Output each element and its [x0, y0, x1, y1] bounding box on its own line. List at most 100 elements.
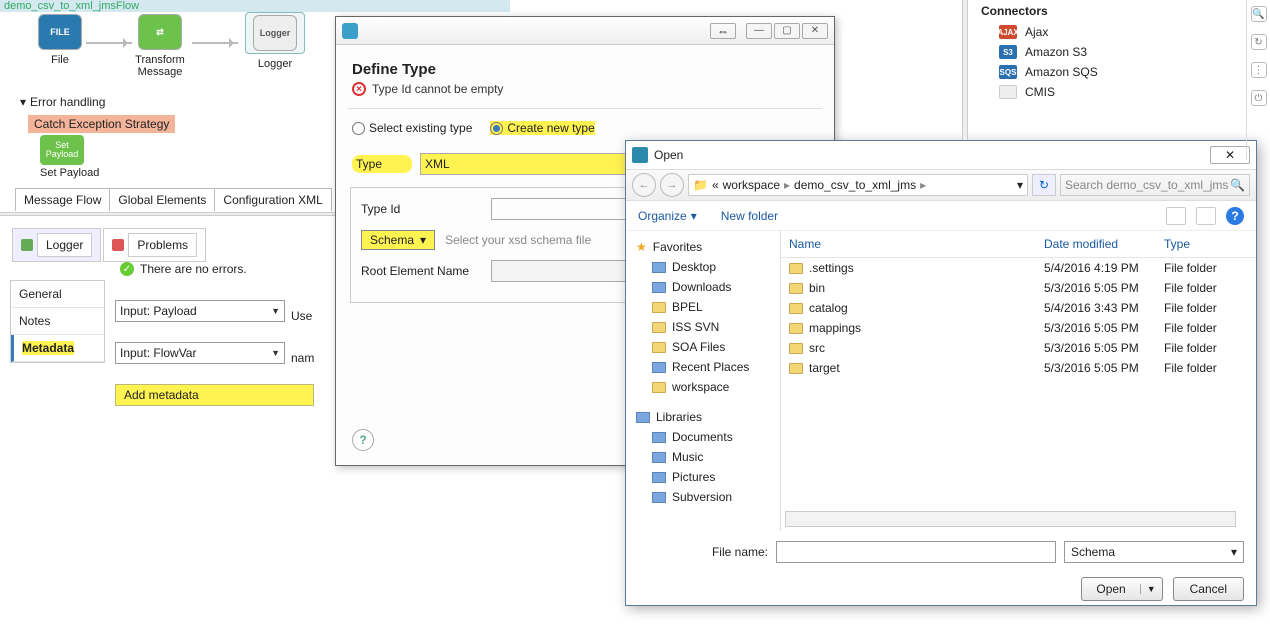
forward-button[interactable]: →: [660, 173, 684, 197]
folder-icon: [789, 363, 803, 374]
file-list: Name Date modified Type .settings5/4/201…: [781, 231, 1256, 531]
list-item[interactable]: src5/3/2016 5:05 PMFile folder: [781, 338, 1256, 358]
cancel-button[interactable]: Cancel: [1173, 577, 1244, 601]
preview-pane-button[interactable]: [1196, 207, 1216, 225]
tree-item[interactable]: Documents: [630, 427, 776, 447]
connector-item[interactable]: SQSAmazon SQS: [975, 62, 1245, 82]
error-message: × Type Id cannot be empty: [336, 82, 834, 108]
tab-message-flow[interactable]: Message Flow: [15, 188, 110, 211]
search-input[interactable]: Search demo_csv_to_xml_jms🔍: [1060, 174, 1250, 196]
list-item[interactable]: target5/3/2016 5:05 PMFile folder: [781, 358, 1256, 378]
refresh-button[interactable]: ↻: [1032, 174, 1056, 196]
tree-item[interactable]: workspace: [630, 377, 776, 397]
list-item[interactable]: bin5/3/2016 5:05 PMFile folder: [781, 278, 1256, 298]
node-file[interactable]: FILE File: [30, 14, 90, 66]
input-flowvar-select[interactable]: Input: FlowVar▼: [115, 342, 285, 364]
folder-icon: [652, 382, 666, 393]
connector-item[interactable]: AJAXAjax: [975, 22, 1245, 42]
tab-configuration-xml[interactable]: Configuration XML: [214, 188, 331, 211]
radio-select-existing[interactable]: Select existing type: [352, 121, 472, 135]
swap-icon[interactable]: ⇔: [710, 23, 736, 39]
tab-problems[interactable]: Problems: [103, 228, 206, 262]
connectors-heading: Connectors: [975, 0, 1245, 22]
close-button[interactable]: ✕: [802, 23, 828, 39]
toolbar-icon[interactable]: ⋮: [1251, 62, 1267, 78]
maximize-button[interactable]: ▢: [774, 23, 800, 39]
connector-item[interactable]: S3Amazon S3: [975, 42, 1245, 62]
radio-icon: [352, 122, 365, 135]
tab-logger[interactable]: Logger: [12, 228, 101, 262]
new-folder-button[interactable]: New folder: [721, 209, 778, 223]
nav-general[interactable]: General: [11, 281, 104, 308]
node-set-payload[interactable]: Set Payload Set Payload: [40, 135, 99, 179]
folder-icon: [652, 432, 666, 443]
error-handling-header[interactable]: ▾Error handling: [20, 95, 105, 109]
toolbar-icon[interactable]: ↻: [1251, 34, 1267, 50]
list-item[interactable]: catalog5/4/2016 3:43 PMFile folder: [781, 298, 1256, 318]
node-transform[interactable]: ⇄ Transform Message: [130, 14, 190, 78]
filetype-select[interactable]: Schema▾: [1064, 541, 1244, 563]
folder-icon: [652, 362, 666, 373]
metadata-panel: Input: Payload▼ Use Input: FlowVar▼ nam …: [115, 300, 314, 406]
col-type[interactable]: Type: [1156, 231, 1256, 258]
tree-item[interactable]: Subversion: [630, 487, 776, 507]
radio-create-new[interactable]: Create new type: [490, 121, 594, 135]
connector-item[interactable]: CMIS: [975, 82, 1245, 102]
open-button[interactable]: Open▼: [1081, 577, 1162, 601]
no-errors-message: ✓ There are no errors.: [120, 262, 247, 276]
chevron-down-icon[interactable]: ▼: [1140, 584, 1162, 594]
minimize-button[interactable]: —: [746, 23, 772, 39]
back-button[interactable]: ←: [632, 173, 656, 197]
favorites-header[interactable]: ★Favorites: [630, 237, 776, 257]
folder-icon: [652, 262, 666, 273]
list-item[interactable]: mappings5/3/2016 5:05 PMFile folder: [781, 318, 1256, 338]
tab-global-elements[interactable]: Global Elements: [109, 188, 215, 211]
tree-item[interactable]: Music: [630, 447, 776, 467]
folder-icon: [789, 343, 803, 354]
chevron-down-icon: ▼: [271, 306, 280, 316]
add-metadata-button[interactable]: Add metadata: [115, 384, 314, 406]
tree-item[interactable]: Recent Places: [630, 357, 776, 377]
view-options-button[interactable]: [1166, 207, 1186, 225]
tree-item[interactable]: ISS SVN: [630, 317, 776, 337]
filename-label: File name:: [638, 545, 768, 559]
organize-menu[interactable]: Organize ▾: [638, 209, 697, 223]
input-payload-select[interactable]: Input: Payload▼: [115, 300, 285, 322]
tree-item[interactable]: Pictures: [630, 467, 776, 487]
chevron-down-icon: ▾: [691, 209, 697, 223]
breadcrumb[interactable]: 📁« workspace▸ demo_csv_to_xml_jms▸ ▾: [688, 174, 1028, 196]
node-logger[interactable]: Logger Logger: [245, 12, 305, 70]
tree-item[interactable]: Downloads: [630, 277, 776, 297]
view-tabs: Logger Problems: [12, 228, 206, 262]
help-icon[interactable]: ?: [352, 429, 374, 451]
folder-icon: [652, 322, 666, 333]
canvas-tabs: Message Flow Global Elements Configurati…: [15, 188, 331, 211]
nav-metadata[interactable]: Metadata: [11, 335, 104, 362]
connector-icon: AJAX: [999, 25, 1017, 39]
toolbar-icon[interactable]: 🔍: [1251, 6, 1267, 22]
tree-item[interactable]: BPEL: [630, 297, 776, 317]
scrollbar-horizontal[interactable]: [785, 511, 1236, 527]
right-toolbar: 🔍 ↻ ⋮ ⏻: [1246, 0, 1270, 160]
nav-notes[interactable]: Notes: [11, 308, 104, 335]
catch-exception-strategy[interactable]: Catch Exception Strategy: [28, 115, 175, 133]
libraries-header[interactable]: Libraries: [630, 407, 776, 427]
chevron-down-icon[interactable]: ▾: [1017, 178, 1023, 192]
radio-icon: [490, 122, 503, 135]
tree-item[interactable]: Desktop: [630, 257, 776, 277]
check-icon: ✓: [120, 262, 134, 276]
list-item[interactable]: .settings5/4/2016 4:19 PMFile folder: [781, 258, 1256, 279]
file-icon: FILE: [38, 14, 82, 50]
col-name[interactable]: Name: [781, 231, 1036, 258]
connector-icon: S3: [999, 45, 1017, 59]
toolbar-icon[interactable]: ⏻: [1251, 90, 1267, 106]
filename-input[interactable]: [776, 541, 1056, 563]
schema-dropdown[interactable]: Schema▾: [361, 230, 435, 250]
arrow-icon: [192, 42, 238, 44]
col-date[interactable]: Date modified: [1036, 231, 1156, 258]
help-icon[interactable]: ?: [1226, 207, 1244, 225]
divider[interactable]: [962, 0, 968, 140]
close-button[interactable]: ✕: [1210, 146, 1250, 164]
tree-item[interactable]: SOA Files: [630, 337, 776, 357]
folder-icon: [789, 303, 803, 314]
